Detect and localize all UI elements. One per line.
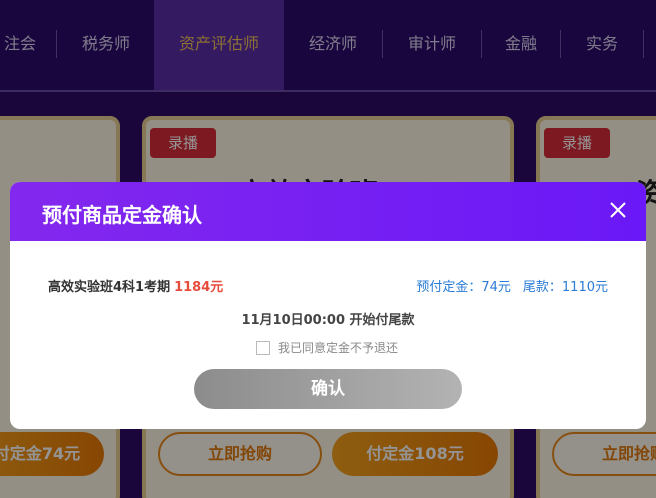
deposit-info: 预付定金：74元 尾款：1110元 (416, 276, 608, 295)
modal-title: 预付商品定金确认 (42, 203, 202, 227)
close-icon[interactable] (608, 200, 628, 220)
confirm-button[interactable]: 确认 (194, 369, 462, 409)
modal-header: 预付商品定金确认 (10, 182, 646, 241)
product-name: 高效实验班4科1考期 (48, 280, 171, 295)
agreement-row: 我已同意定金不予退还 (256, 339, 398, 356)
deposit-confirm-modal: 预付商品定金确认 高效实验班4科1考期 1184元 预付定金：74元 尾款：1110… (10, 182, 646, 429)
balance-start-time: 11月10日00:00 开始付尾款 (241, 313, 415, 328)
deposit-amount: 预付定金：74元 (416, 280, 511, 295)
balance-amount: 尾款：1110元 (522, 280, 608, 295)
product-info: 高效实验班4科1考期 1184元 (48, 276, 223, 295)
agree-checkbox[interactable] (256, 340, 270, 355)
agree-label[interactable]: 我已同意定金不予退还 (278, 341, 398, 355)
product-price: 1184元 (174, 280, 224, 295)
